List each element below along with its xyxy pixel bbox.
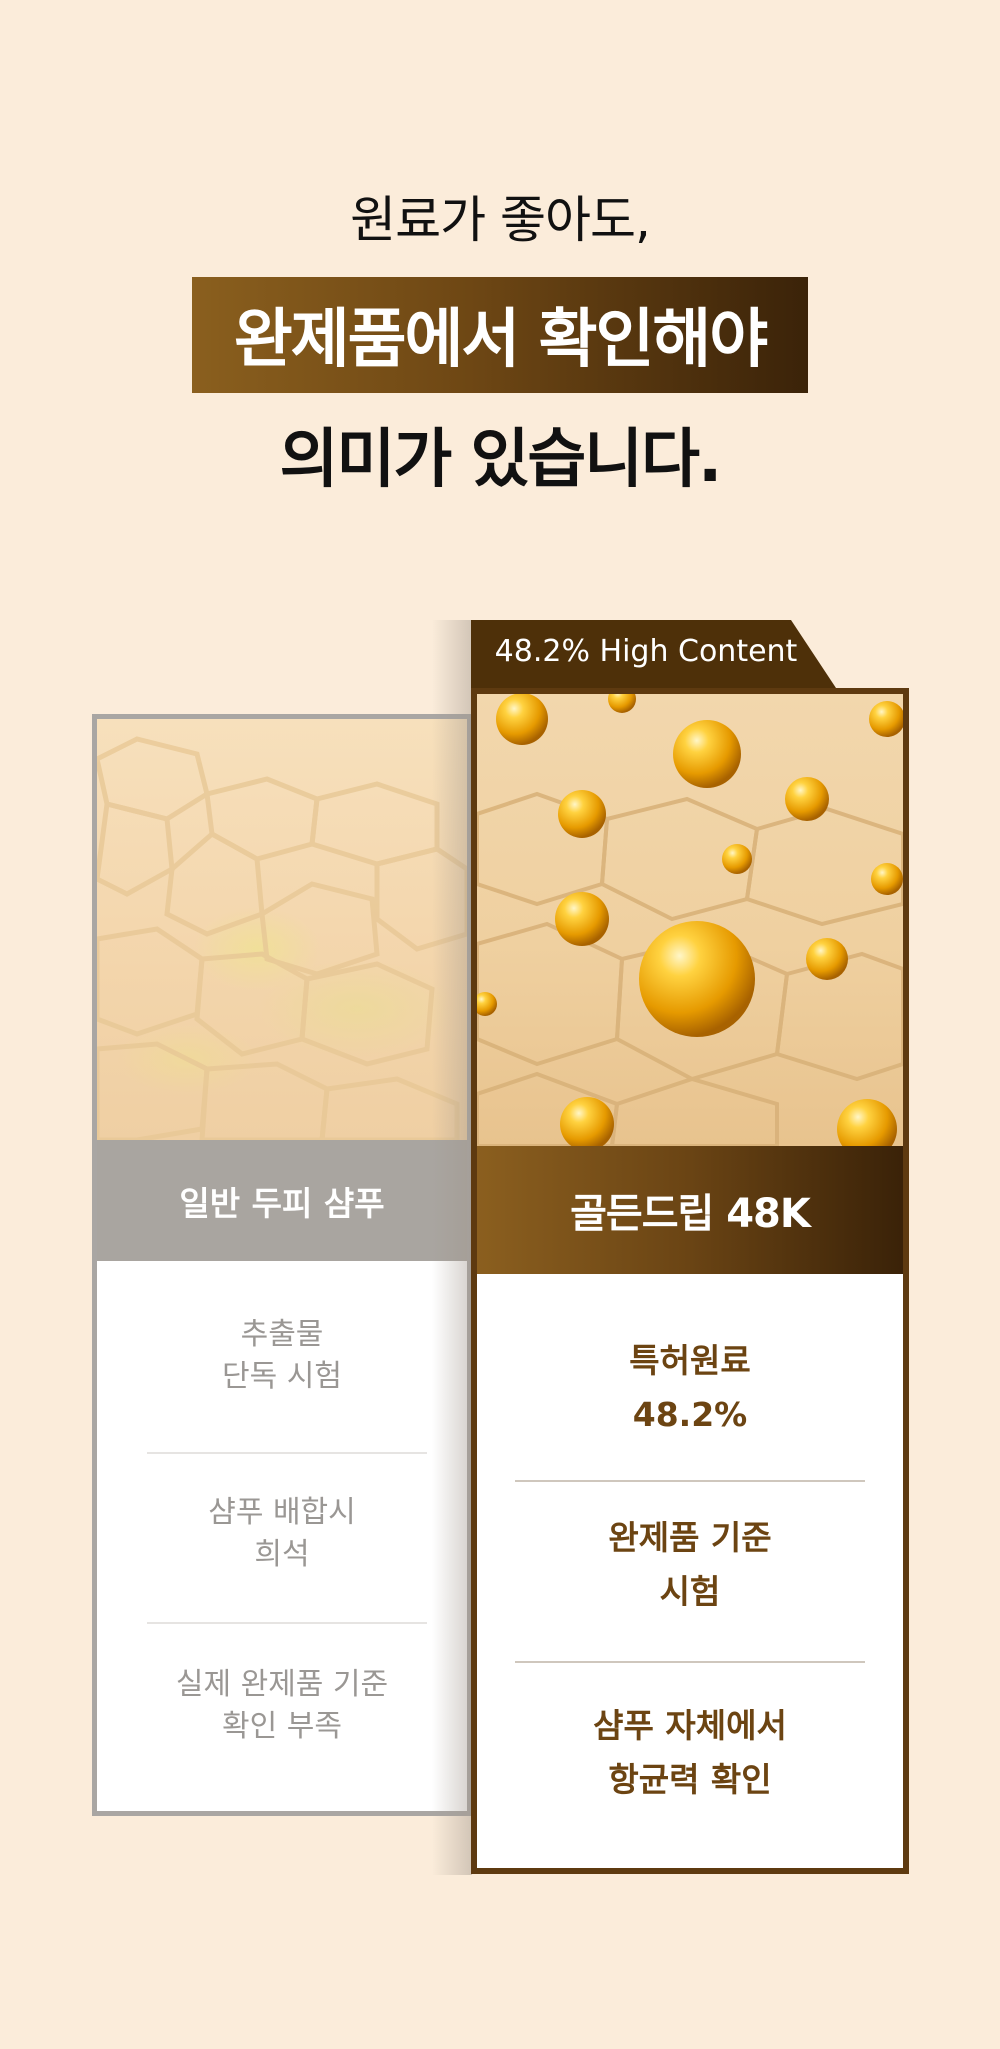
general-row-2-line1: 샴푸 배합시 bbox=[208, 1495, 356, 1530]
golden-texture-image bbox=[477, 694, 903, 1146]
golden-divider-2 bbox=[515, 1661, 865, 1663]
golden-row-1-line1: 특허원료 bbox=[629, 1341, 751, 1380]
general-row-1: 추출물 단독 시험 bbox=[97, 1314, 467, 1398]
headline-line1: 원료가 좋아도, bbox=[350, 191, 651, 249]
golden-row-1: 특허원료 48.2% bbox=[477, 1334, 903, 1442]
general-row-1-line1: 추출물 bbox=[240, 1317, 324, 1352]
golden-row-3-line1: 샴푸 자체에서 bbox=[593, 1706, 787, 1745]
comparison-card-golden-drip: 골든드립 48K 특허원료 48.2% 완제품 기준 시험 샴푸 자체에서 항균… bbox=[471, 688, 909, 1874]
golden-row-2: 완제품 기준 시험 bbox=[477, 1511, 903, 1619]
golden-divider-1 bbox=[515, 1480, 865, 1482]
comparison-card-general: 일반 두피 샴푸 추출물 단독 시험 샴푸 배합시 희석 실제 완제품 기준 확… bbox=[92, 714, 472, 1816]
golden-row-1-line2: 48.2% bbox=[632, 1395, 748, 1434]
golden-row-2-line2: 시험 bbox=[659, 1572, 721, 1611]
headline-line3: 의미가 있습니다. bbox=[279, 423, 723, 497]
headline-line2: 완제품에서 확인해야 bbox=[233, 303, 768, 377]
golden-row-3: 샴푸 자체에서 항균력 확인 bbox=[477, 1699, 903, 1807]
general-row-3-line1: 실제 완제품 기준 bbox=[175, 1667, 389, 1702]
card-depth-shadow bbox=[432, 620, 472, 1875]
general-row-3-line2: 확인 부족 bbox=[222, 1709, 342, 1744]
general-row-1-line2: 단독 시험 bbox=[222, 1359, 342, 1394]
golden-drip-title: 골든드립 48K bbox=[477, 1146, 903, 1274]
general-row-2-line2: 희석 bbox=[254, 1537, 310, 1572]
high-content-badge-label: 48.2% High Content bbox=[494, 634, 798, 669]
general-texture-image bbox=[97, 719, 467, 1140]
general-divider-2 bbox=[147, 1622, 427, 1624]
general-row-2: 샴푸 배합시 희석 bbox=[97, 1492, 467, 1576]
golden-row-2-line1: 완제품 기준 bbox=[608, 1518, 772, 1557]
general-title: 일반 두피 샴푸 bbox=[97, 1140, 467, 1261]
golden-row-3-line2: 항균력 확인 bbox=[608, 1760, 772, 1799]
general-divider-1 bbox=[147, 1452, 427, 1454]
general-row-3: 실제 완제품 기준 확인 부족 bbox=[97, 1664, 467, 1748]
